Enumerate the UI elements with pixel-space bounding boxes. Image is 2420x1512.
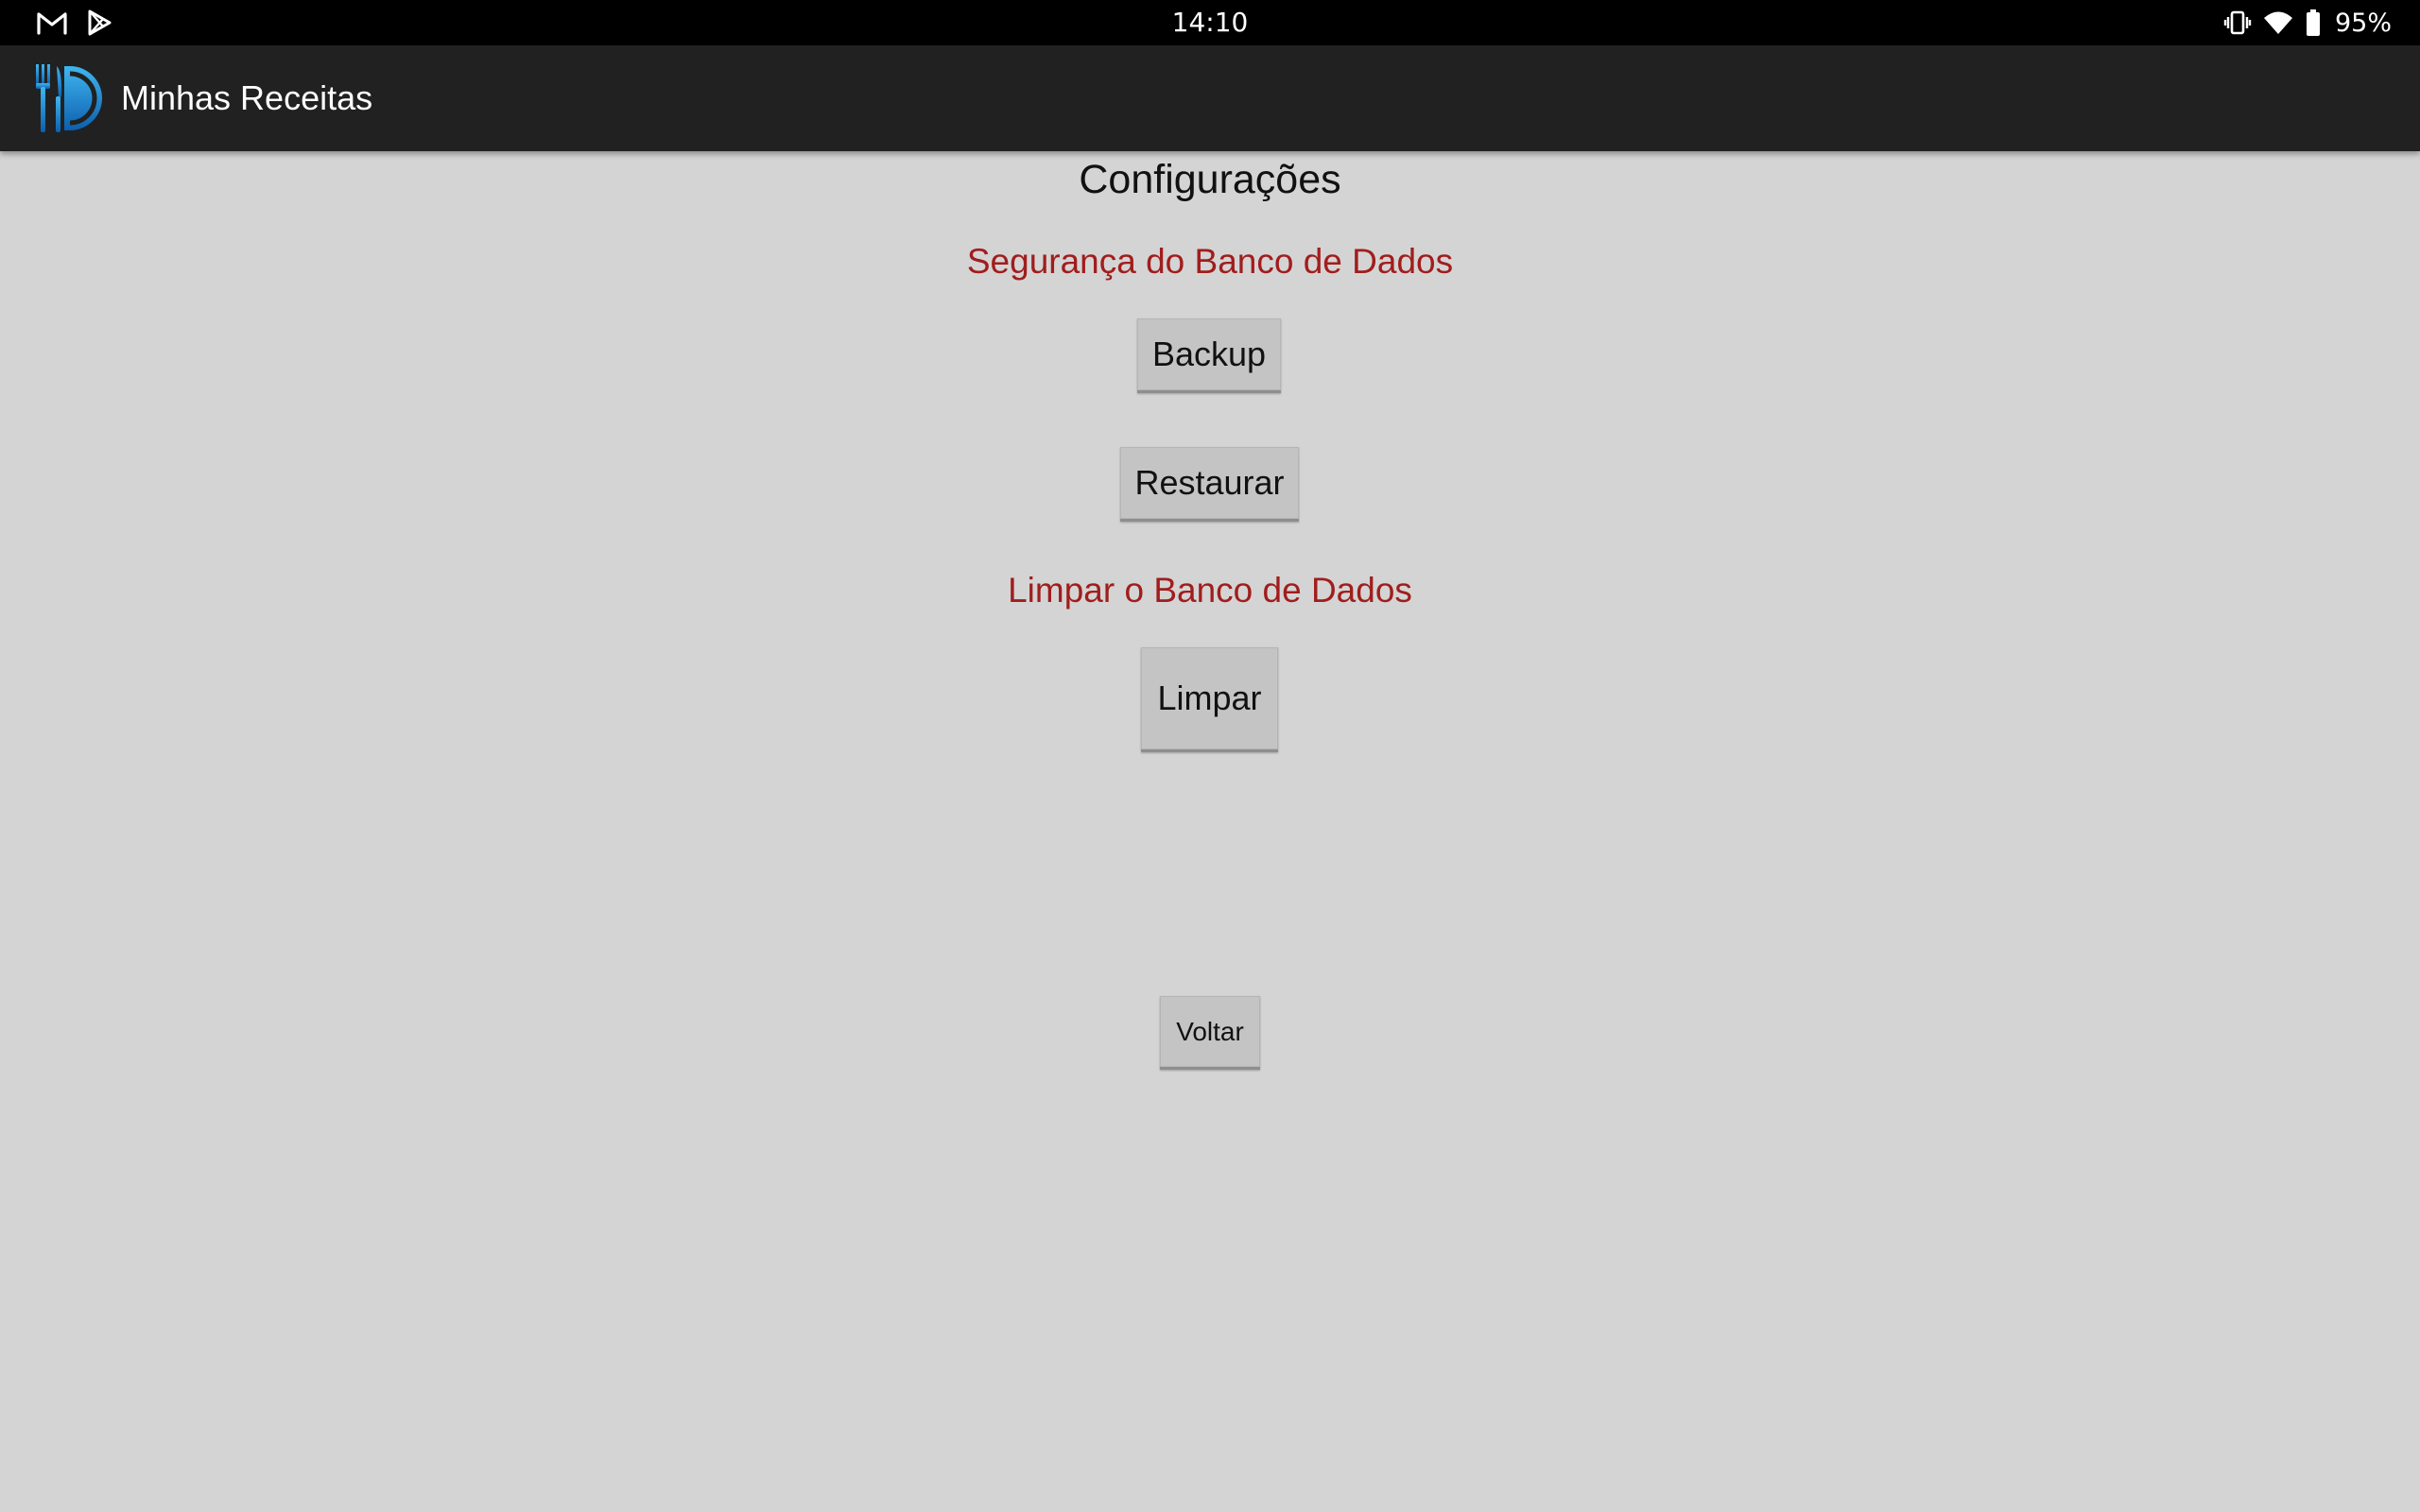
app-title: Minhas Receitas bbox=[121, 78, 373, 117]
page-title: Configurações bbox=[1079, 157, 1341, 202]
clear-database-heading: Limpar o Banco de Dados bbox=[1008, 571, 1412, 610]
backup-button[interactable]: Backup bbox=[1137, 318, 1281, 393]
battery-percentage: 95% bbox=[2334, 8, 2392, 38]
vibrate-icon bbox=[2223, 10, 2252, 35]
database-security-heading: Segurança do Banco de Dados bbox=[966, 242, 1454, 281]
battery-icon bbox=[2306, 9, 2320, 36]
app-bar: Minhas Receitas bbox=[0, 45, 2420, 151]
wifi-icon bbox=[2263, 11, 2292, 34]
restore-button[interactable]: Restaurar bbox=[1120, 447, 1299, 522]
clear-database-button[interactable]: Limpar bbox=[1141, 647, 1278, 752]
status-system-icons: 95% bbox=[2223, 0, 2392, 45]
settings-content: Configurações Segurança do Banco de Dado… bbox=[0, 151, 2420, 1512]
back-button[interactable]: Voltar bbox=[1160, 996, 1260, 1070]
restaurant-logo-icon bbox=[36, 64, 102, 132]
status-bar: 14:10 95% bbox=[0, 0, 2420, 45]
status-time: 14:10 bbox=[1171, 7, 1249, 38]
